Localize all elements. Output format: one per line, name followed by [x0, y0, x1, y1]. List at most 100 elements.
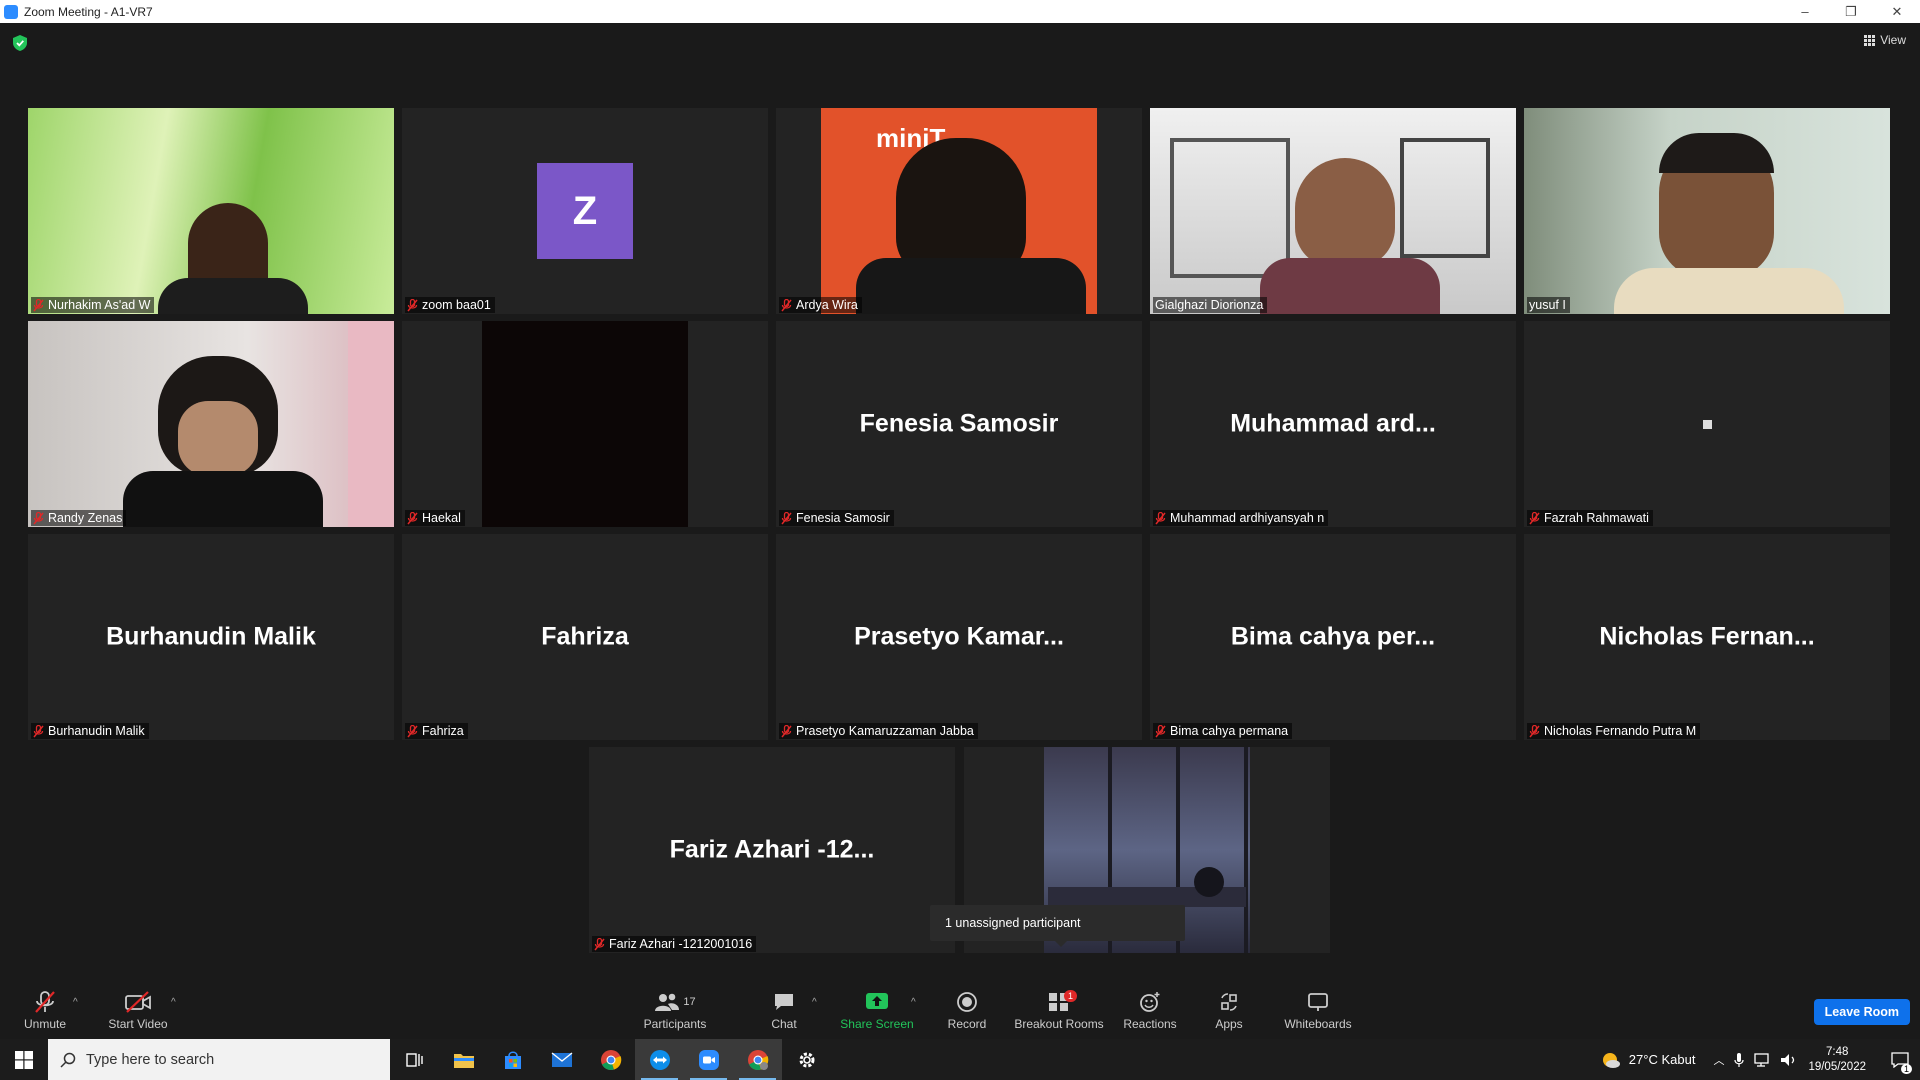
folder-icon [453, 1053, 474, 1068]
participant-name: Nicholas Fernando Putra M [1544, 724, 1697, 738]
participant-name-label: Muhammad ardhiyansyah n [1153, 510, 1329, 526]
participant-video [1524, 108, 1890, 314]
weather-text[interactable]: 27°C Kabut [1629, 1052, 1696, 1067]
leave-room-button[interactable]: Leave Room [1813, 999, 1910, 1025]
task-view-button[interactable] [390, 1039, 439, 1080]
participant-tile[interactable]: Gialghazi Diorionza [1150, 108, 1516, 314]
participant-name-label: Gialghazi Diorionza [1153, 297, 1268, 313]
participant-tile[interactable]: Burhanudin Malik Burhanudin Malik [28, 534, 394, 740]
weather-icon[interactable] [1601, 1050, 1621, 1070]
muted-mic-icon [33, 724, 44, 737]
chrome-profile-taskbar[interactable] [733, 1039, 782, 1080]
participant-tile[interactable]: Nicholas Fernan... Nicholas Fernando Putr… [1524, 534, 1890, 740]
gear-icon [799, 1052, 814, 1067]
restore-button[interactable]: ❐ [1828, 0, 1874, 23]
participant-tile[interactable]: Prasetyo Kamar... Prasetyo Kamaruzzaman J… [776, 534, 1142, 740]
action-center-button[interactable]: 1 [1880, 1039, 1920, 1080]
participant-name-label: Haekal [405, 510, 465, 526]
chat-label: Chat [771, 1016, 797, 1031]
participant-tile[interactable]: Muhammad ard... Muhammad ardhiyansyah n [1150, 321, 1516, 527]
chat-options-caret-icon[interactable]: ^ [812, 997, 817, 1008]
breakout-badge: 1 [1064, 989, 1078, 1002]
teamviewer-icon [649, 1049, 670, 1070]
search-placeholder: Type here to search [86, 1051, 215, 1068]
participant-tile[interactable]: Fenesia Samosir Fenesia Samosir [776, 321, 1142, 527]
reactions-label: Reactions [1123, 1016, 1177, 1031]
participant-name: Haekal [422, 511, 461, 525]
reactions-icon [1140, 991, 1160, 1012]
participant-avatar: Z [537, 163, 633, 259]
unmute-button[interactable]: Unmute [22, 981, 68, 1039]
participant-tile[interactable]: Fazrah Rahmawati [1524, 321, 1890, 527]
microphone-icon[interactable] [1734, 1052, 1745, 1068]
participant-tile[interactable]: Randy Zenas [28, 321, 394, 527]
reactions-button[interactable]: Reactions [1120, 981, 1180, 1039]
start-button[interactable] [0, 1039, 48, 1080]
participant-tile[interactable]: miniT Ardya Wira [776, 108, 1142, 314]
share-options-caret-icon[interactable]: ^ [911, 997, 916, 1008]
zoom-app-icon [4, 4, 18, 19]
window-title: Zoom Meeting - A1-VR7 [24, 4, 153, 19]
participants-button[interactable]: 17 Participants [640, 981, 710, 1039]
teamviewer-taskbar[interactable] [635, 1039, 684, 1080]
store-taskbar[interactable] [488, 1039, 537, 1080]
search-icon [60, 1052, 76, 1068]
file-explorer-taskbar[interactable] [439, 1039, 488, 1080]
participants-label: Participants [643, 1016, 707, 1031]
muted-mic-icon [407, 298, 418, 311]
whiteboards-button[interactable]: Whiteboards [1282, 981, 1354, 1039]
participant-name: Burhanudin Malik [48, 724, 145, 738]
zoom-taskbar[interactable] [684, 1039, 733, 1080]
share-screen-icon [866, 992, 888, 1009]
audio-options-caret-icon[interactable]: ^ [73, 997, 78, 1008]
apps-button[interactable]: Apps [1208, 981, 1250, 1039]
share-screen-button[interactable]: Share Screen [840, 981, 914, 1039]
view-button[interactable]: View [1864, 33, 1906, 47]
chrome-taskbar[interactable] [586, 1039, 635, 1080]
participant-name: Muhammad ardhiyansyah n [1170, 511, 1325, 525]
participant-name-label: zoom baa01 [405, 297, 495, 313]
start-video-button[interactable]: Start Video [105, 981, 171, 1039]
participant-name-label: Prasetyo Kamaruzzaman Jabba [779, 723, 978, 739]
participant-tile[interactable]: Zzoom baa01 [402, 108, 768, 314]
video-options-caret-icon[interactable]: ^ [171, 997, 176, 1008]
record-button[interactable]: Record [944, 981, 990, 1039]
minimize-button[interactable]: – [1782, 0, 1828, 23]
participant-name-label: Bima cahya permana [1153, 723, 1293, 739]
participant-tile[interactable]: Fahriza Fahriza [402, 534, 768, 740]
participant-video [402, 321, 768, 527]
participant-tile[interactable]: yusuf I [1524, 108, 1890, 314]
taskbar-search-box[interactable]: Type here to search [48, 1039, 390, 1080]
chat-button[interactable]: Chat [764, 981, 804, 1039]
participants-count: 17 [683, 995, 696, 1008]
whiteboards-label: Whiteboards [1284, 1016, 1352, 1031]
whiteboard-icon [1308, 992, 1328, 1011]
participant-name: Fenesia Samosir [796, 511, 890, 525]
participant-name-label: Fahriza [405, 723, 468, 739]
store-icon [504, 1050, 521, 1069]
mail-taskbar[interactable] [537, 1039, 586, 1080]
meeting-toolbar: Unmute ^ Start Video ^ 17 Participants C… [0, 981, 1920, 1039]
security-shield-icon[interactable] [13, 35, 27, 51]
muted-mic-icon [781, 724, 792, 737]
close-button[interactable]: ✕ [1874, 0, 1920, 23]
start-video-label: Start Video [108, 1016, 168, 1031]
muted-mic-icon [407, 724, 418, 737]
participant-tile[interactable]: Nurhakim As'ad W [28, 108, 394, 314]
participant-name-label: Randy Zenas [31, 510, 127, 526]
taskbar-clock[interactable]: 7:48 19/05/2022 [1808, 1045, 1866, 1075]
participant-tile[interactable]: Haekal [402, 321, 768, 527]
participant-tile[interactable]: Fariz Azhari -12... Fariz Azhari -1212001… [589, 747, 955, 953]
volume-icon[interactable] [1780, 1052, 1798, 1068]
settings-taskbar[interactable] [782, 1039, 831, 1080]
network-icon[interactable] [1754, 1052, 1772, 1068]
participant-display-name: Burhanudin Malik [106, 622, 316, 651]
tray-overflow-chevron-icon[interactable]: ︿ [1713, 1052, 1724, 1068]
chrome-profile-icon [747, 1049, 768, 1070]
clock-date: 19/05/2022 [1808, 1060, 1866, 1073]
apps-label: Apps [1215, 1016, 1243, 1031]
participant-name-label: Ardya Wira [779, 297, 862, 313]
video-off-icon [125, 990, 151, 1013]
breakout-rooms-button[interactable]: 1 Breakout Rooms [1012, 981, 1106, 1039]
participant-tile[interactable]: Bima cahya per... Bima cahya permana [1150, 534, 1516, 740]
